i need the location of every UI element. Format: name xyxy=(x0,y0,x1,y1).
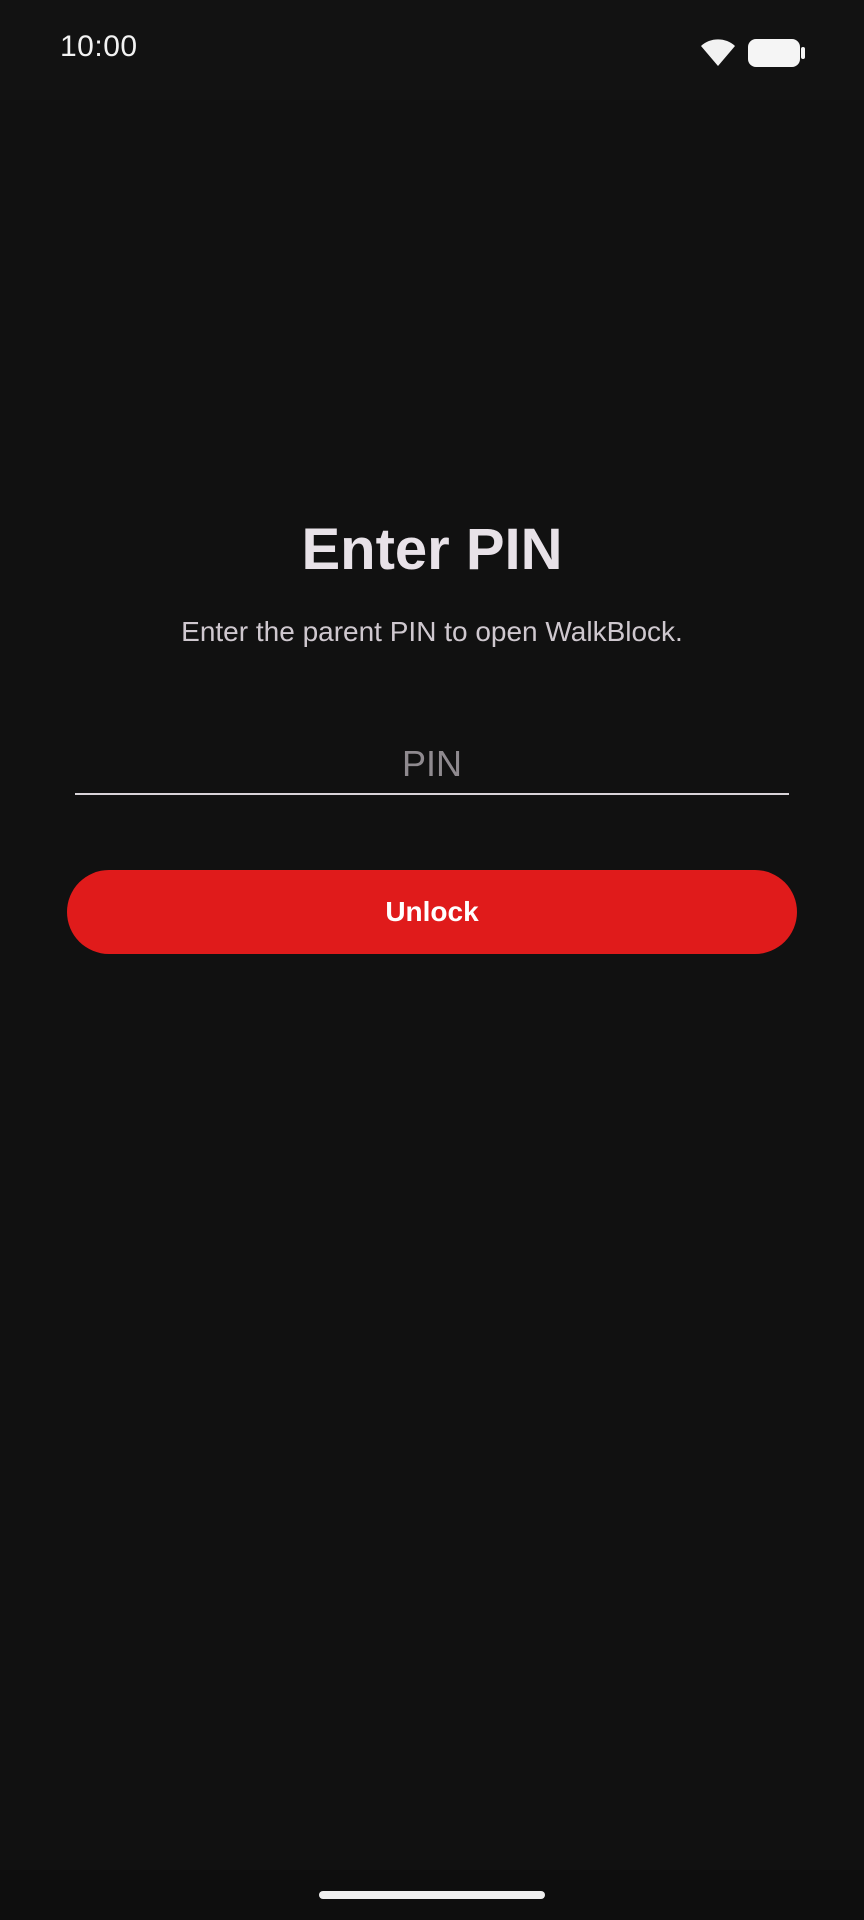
pin-input[interactable] xyxy=(75,735,789,795)
pin-screen: Enter PIN Enter the parent PIN to open W… xyxy=(0,0,864,1920)
home-indicator[interactable] xyxy=(319,1891,545,1899)
page-title: Enter PIN xyxy=(301,517,563,582)
page-subtitle: Enter the parent PIN to open WalkBlock. xyxy=(181,616,683,647)
unlock-button[interactable]: Unlock xyxy=(67,870,797,954)
